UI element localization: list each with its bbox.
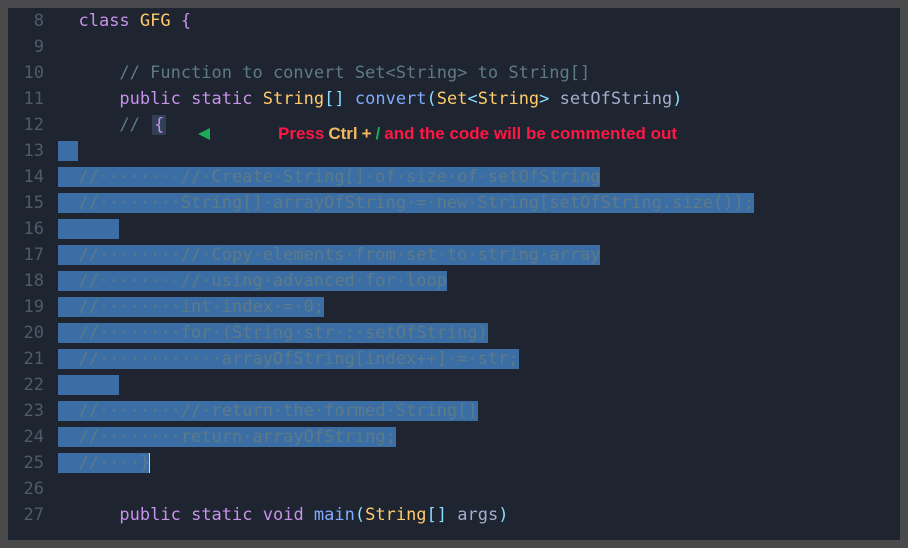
selection (58, 219, 119, 239)
code-line[interactable]: 15 //········String[]·arrayOfString·=·ne… (8, 190, 900, 216)
code-content[interactable]: public static String[] convert(Set<Strin… (58, 86, 900, 112)
code-content[interactable]: //········//·Copy·elements·from·set·to·s… (58, 242, 900, 268)
code-content[interactable]: public static void main(String[] args) (58, 502, 900, 528)
code-content[interactable]: //········return·arrayOfString; (58, 424, 900, 450)
code-content[interactable]: //········//·return·the·formed·String[] (58, 398, 900, 424)
selection (58, 375, 119, 395)
line-number: 10 (8, 60, 58, 86)
code-line[interactable]: 10 // Function to convert Set<String> to… (8, 60, 900, 86)
selection: //········//·Copy·elements·from·set·to·s… (58, 245, 600, 265)
line-number: 22 (8, 372, 58, 398)
line-number: 17 (8, 242, 58, 268)
line-number: 15 (8, 190, 58, 216)
code-content[interactable] (58, 372, 900, 398)
brace-highlight: { (152, 115, 166, 135)
line-number: 25 (8, 450, 58, 476)
code-line[interactable]: 8 class GFG { (8, 8, 900, 34)
code-content[interactable]: class GFG { (58, 8, 900, 34)
code-content[interactable]: //········int·index·=·0; (58, 294, 900, 320)
code-line[interactable]: 18 //········//·using·advanced·for·loop (8, 268, 900, 294)
line-number: 13 (8, 138, 58, 164)
selection: //········for·(String·str·:·setOfString) (58, 323, 488, 343)
code-line[interactable]: 16 (8, 216, 900, 242)
line-number: 8 (8, 8, 58, 34)
code-content[interactable] (58, 216, 900, 242)
code-line[interactable]: 27 public static void main(String[] args… (8, 502, 900, 528)
line-number: 11 (8, 86, 58, 112)
code-content[interactable]: // Function to convert Set<String> to St… (58, 60, 900, 86)
selection: //········return·arrayOfString; (58, 427, 396, 447)
code-line[interactable]: 14 //········//·Create·String[]·of·size·… (8, 164, 900, 190)
code-content[interactable]: //····} (58, 450, 900, 476)
line-number: 21 (8, 346, 58, 372)
line-number: 20 (8, 320, 58, 346)
line-number: 12 (8, 112, 58, 138)
code-line[interactable]: 22 (8, 372, 900, 398)
code-line[interactable]: 26 (8, 476, 900, 502)
code-content[interactable]: //········//·Create·String[]·of·size·of·… (58, 164, 900, 190)
line-number: 24 (8, 424, 58, 450)
code-line[interactable]: 23 //········//·return·the·formed·String… (8, 398, 900, 424)
line-number: 23 (8, 398, 58, 424)
selection: //········//·Create·String[]·of·size·of·… (58, 167, 600, 187)
code-line[interactable]: 13 (8, 138, 900, 164)
code-editor[interactable]: Press Ctrl + / and the code will be comm… (8, 8, 900, 540)
line-number: 27 (8, 502, 58, 528)
code-line[interactable]: 11 public static String[] convert(Set<St… (8, 86, 900, 112)
code-content[interactable]: // { (58, 112, 900, 138)
selection: //············arrayOfString[index++]·=·s… (58, 349, 519, 369)
code-content[interactable] (58, 138, 900, 164)
text-caret (149, 453, 150, 473)
code-line[interactable]: 9 (8, 34, 900, 60)
code-content[interactable] (58, 476, 900, 502)
selection: //········//·using·advanced·for·loop (58, 271, 447, 291)
line-number: 18 (8, 268, 58, 294)
code-line[interactable]: 19 //········int·index·=·0; (8, 294, 900, 320)
selection (58, 141, 78, 161)
line-number: 14 (8, 164, 58, 190)
selection: //········//·return·the·formed·String[] (58, 401, 478, 421)
code-line[interactable]: 25 //····} (8, 450, 900, 476)
code-line[interactable]: 20 //········for·(String·str·:·setOfStri… (8, 320, 900, 346)
line-number: 19 (8, 294, 58, 320)
code-line[interactable]: 24 //········return·arrayOfString; (8, 424, 900, 450)
selection: //········int·index·=·0; (58, 297, 324, 317)
code-content[interactable]: //········for·(String·str·:·setOfString) (58, 320, 900, 346)
code-line[interactable]: 17 //········//·Copy·elements·from·set·t… (8, 242, 900, 268)
selection: //····} (58, 453, 150, 473)
line-number: 9 (8, 34, 58, 60)
line-number: 26 (8, 476, 58, 502)
code-line[interactable]: 21 //············arrayOfString[index++]·… (8, 346, 900, 372)
code-content[interactable]: //········String[]·arrayOfString·=·new·S… (58, 190, 900, 216)
code-content[interactable]: //········//·using·advanced·for·loop (58, 268, 900, 294)
line-number: 16 (8, 216, 58, 242)
code-line[interactable]: 12 // { (8, 112, 900, 138)
selection: //········String[]·arrayOfString·=·new·S… (58, 193, 754, 213)
code-content[interactable] (58, 34, 900, 60)
code-content[interactable]: //············arrayOfString[index++]·=·s… (58, 346, 900, 372)
